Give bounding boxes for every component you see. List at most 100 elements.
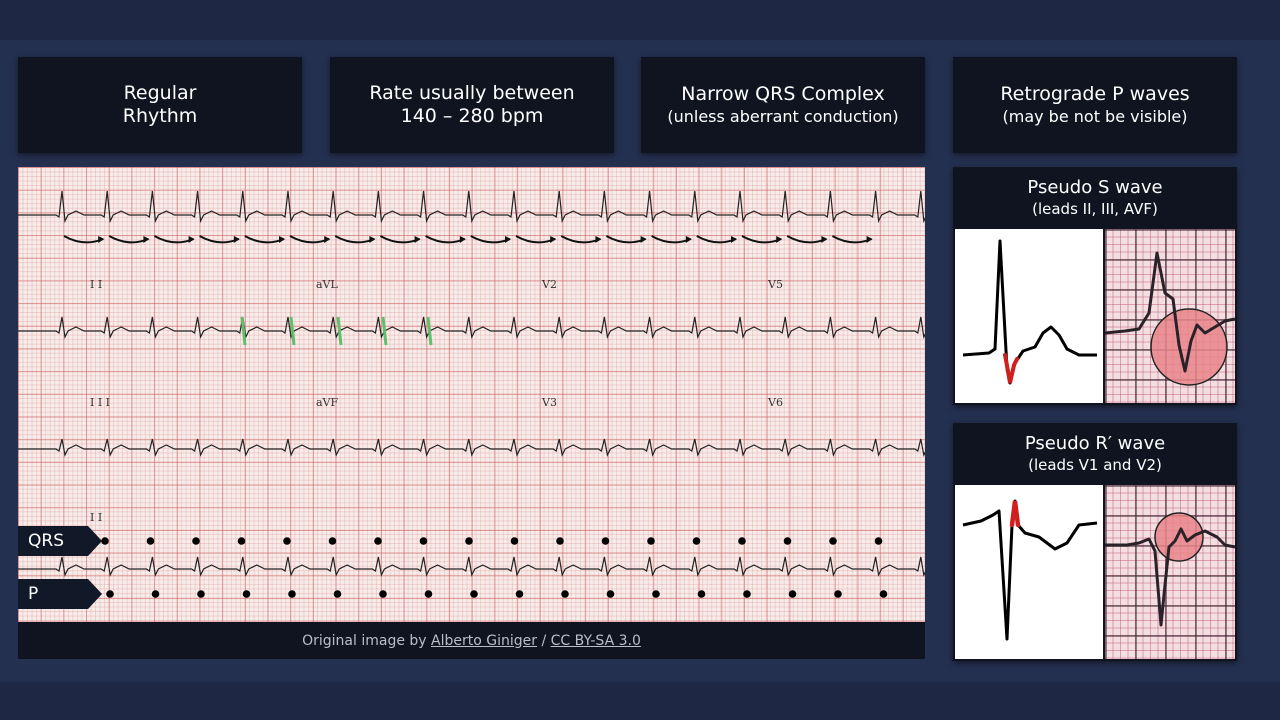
- p-marker-dot: [106, 590, 114, 598]
- p-marker-dot: [515, 590, 524, 598]
- qrs-marker-dot: [556, 537, 564, 545]
- panel-title: Pseudo S wave: [1027, 177, 1163, 198]
- panel-title: Pseudo R′ wave: [1024, 433, 1166, 454]
- arrow-head: [233, 236, 240, 243]
- lead-label-avf: aVF: [316, 396, 339, 409]
- arrow-head: [98, 236, 105, 243]
- highlighted-complex: [336, 316, 343, 346]
- arrow-head: [459, 236, 466, 243]
- p-marker-dot: [333, 590, 342, 598]
- card-line-1: Regular: [123, 82, 197, 104]
- qrs-marker-dot: [101, 537, 109, 545]
- criteria-card-qrs: Narrow QRS Complex (unless aberrant cond…: [641, 57, 925, 153]
- arrow-head: [685, 236, 692, 243]
- panel-body: [955, 229, 1235, 403]
- rr-interval-arrow: [831, 235, 872, 244]
- ecg-trace-row-4: [18, 556, 925, 577]
- rr-interval-arrow: [515, 235, 556, 244]
- panel-header: Pseudo R′ wave (leads V1 and V2): [953, 423, 1237, 485]
- ecg-trace-row-1: [18, 190, 925, 224]
- rr-interval-arrow: [741, 235, 782, 244]
- criteria-card-rate: Rate usually between 140 – 280 bpm: [330, 57, 614, 153]
- qrs-marker-dot: [146, 537, 155, 545]
- zoom-trace: [1105, 251, 1235, 386]
- qrs-marker-dot: [283, 537, 291, 545]
- pseudo-r-highlight: [1009, 500, 1021, 528]
- p-marker-tag: P: [18, 579, 102, 609]
- highlighted-complex: [426, 316, 433, 346]
- arrow-head: [279, 236, 285, 243]
- panel-subtitle: (leads II, III, AVF): [1032, 200, 1158, 218]
- lead-label-ii-rhythm: I I: [90, 511, 103, 524]
- p-marker-dot: [151, 590, 160, 598]
- credit-prefix: Original image by: [302, 632, 432, 649]
- qrs-marker-tag: QRS: [18, 526, 102, 556]
- card-line-1: Narrow QRS Complex: [681, 83, 885, 105]
- ecg-trace-row-3: [18, 438, 925, 457]
- p-marker-dot: [197, 590, 205, 598]
- p-tag-label: P: [28, 584, 39, 604]
- qrs-marker-dot: [192, 537, 200, 545]
- top-band: [0, 0, 1280, 40]
- lead-label-v3: V3: [542, 396, 557, 409]
- rr-interval-arrow: [786, 235, 827, 244]
- p-marker-dot: [288, 590, 296, 598]
- author-link[interactable]: Alberto Giniger: [431, 633, 537, 649]
- qrs-marker-dot: [783, 537, 792, 545]
- lead-label-v2: V2: [542, 278, 557, 291]
- qrs-marker-dot: [647, 537, 655, 545]
- highlighted-complex: [381, 316, 388, 346]
- qrs-marker-dot: [374, 537, 382, 545]
- qrs-marker-dot: [419, 537, 428, 545]
- p-marker-dot: [242, 590, 251, 598]
- pseudo-r-zoom: [1105, 485, 1235, 659]
- ecg-trace-row-2: [18, 316, 925, 339]
- arrow-head: [776, 236, 783, 243]
- rr-interval-arrow: [696, 235, 737, 244]
- qrs-marker-dot: [237, 537, 246, 545]
- arrow-head: [143, 236, 150, 243]
- arrow-head: [369, 236, 376, 243]
- ecg-traces: [18, 190, 925, 598]
- highlighted-complex: [289, 316, 296, 346]
- qrs-marker-dot: [510, 537, 519, 545]
- lead-label-v6: V6: [768, 396, 783, 409]
- panel-subtitle: (leads V1 and V2): [1028, 456, 1162, 474]
- bottom-band: [0, 682, 1280, 720]
- rr-interval-arrow: [153, 235, 194, 244]
- rr-interval-arrow: [289, 235, 330, 244]
- p-marker-dot: [834, 590, 842, 598]
- rr-interval-arrow: [199, 235, 240, 244]
- arrow-head: [731, 236, 737, 243]
- lead-label-avl: aVL: [316, 278, 338, 291]
- rr-interval-arrow: [605, 235, 646, 244]
- highlighted-complex: [240, 316, 247, 346]
- qrs-marker-dot: [874, 537, 883, 545]
- credit-separator: /: [537, 632, 551, 649]
- license-link[interactable]: CC BY-SA 3.0: [551, 633, 641, 649]
- qrs-marker-dot: [692, 537, 701, 545]
- arrow-head: [640, 236, 647, 243]
- rr-interval-arrow: [244, 235, 285, 244]
- qrs-marker-dot: [465, 537, 473, 545]
- p-marker-dot: [379, 590, 387, 598]
- card-line-2: Rhythm: [122, 105, 198, 127]
- arrow-head: [505, 236, 511, 243]
- criteria-card-rhythm: Regular Rhythm: [18, 57, 302, 153]
- rr-interval-arrow: [63, 235, 104, 244]
- pseudo-r-schematic: [955, 485, 1103, 659]
- p-marker-dot: [743, 590, 751, 598]
- lead-label-v5: V5: [768, 278, 783, 291]
- arrow-head: [821, 236, 828, 243]
- rr-interval-arrow: [560, 235, 601, 244]
- pseudo-s-waveform: [962, 239, 1097, 385]
- p-marker-dot: [561, 590, 569, 598]
- image-credit: Original image by Alberto Giniger / CC B…: [18, 622, 925, 659]
- card-line-1: Retrograde P waves: [1000, 83, 1190, 105]
- qrs-marker-dot: [328, 537, 337, 545]
- p-marker-dot: [424, 590, 433, 598]
- card-line-2: 140 – 280 bpm: [400, 105, 544, 127]
- card-subline: (unless aberrant conduction): [667, 107, 899, 126]
- arrow-head: [550, 236, 557, 243]
- card-line-1: Rate usually between: [369, 82, 575, 104]
